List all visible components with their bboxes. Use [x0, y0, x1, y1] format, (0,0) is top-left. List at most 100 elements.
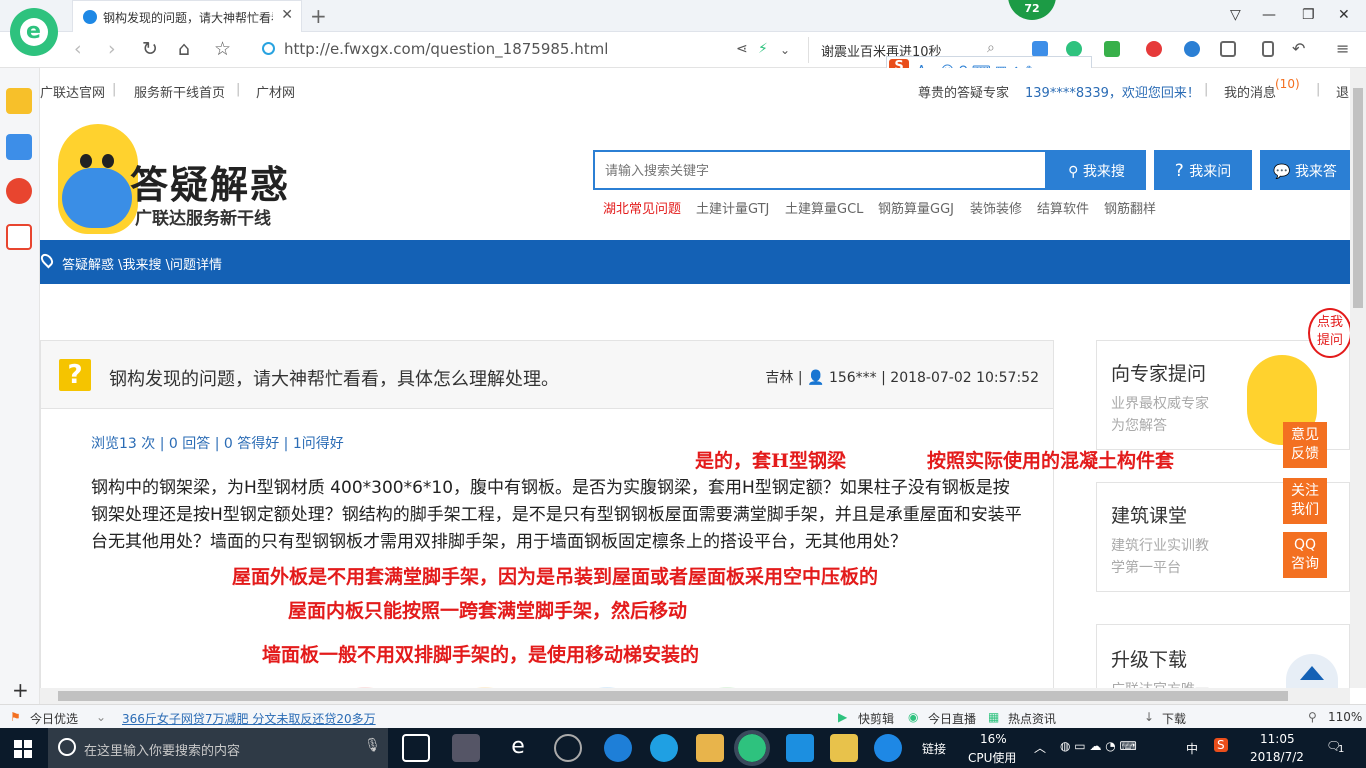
question-datetime: 2018-07-02 10:57:52 [890, 370, 1039, 386]
notification-count: 1 [1338, 744, 1345, 755]
user-welcome[interactable]: 139****8339，欢迎您回来！ [1025, 82, 1200, 101]
hot-link[interactable]: 装饰装修 [970, 198, 1022, 217]
microphone-icon[interactable]: 🎙 [364, 738, 381, 753]
menu-icon[interactable]: ≡ [1336, 39, 1349, 58]
news-ticker[interactable]: 366斤女子网贷7万减肥 分文未取反还贷20多万 [122, 710, 376, 727]
meta-divider: | [797, 370, 808, 386]
feedback-button[interactable]: 意见 反馈 [1283, 422, 1327, 468]
glodon-app-icon[interactable] [786, 734, 814, 762]
vertical-scrollbar[interactable] [1350, 68, 1366, 688]
fan-app-icon[interactable] [452, 734, 480, 762]
notes-app-icon[interactable] [830, 734, 858, 762]
qq-consult-button[interactable]: QQ 咨询 [1283, 532, 1327, 578]
status-item[interactable]: 今日直播 [928, 710, 976, 727]
share-icon[interactable]: ⋖ [736, 41, 748, 57]
restore-button[interactable]: ❐ [1302, 7, 1315, 23]
reading-list-icon[interactable] [6, 134, 32, 160]
favorite-star-icon[interactable]: ☆ [214, 38, 231, 60]
question-title: 钢构发现的问题，请大神帮忙看看，具体怎么理解处理。 [109, 369, 559, 390]
clock-date[interactable]: 2018/7/2 [1250, 750, 1304, 764]
horizontal-scroll-thumb[interactable] [58, 691, 1288, 701]
magnifier-icon[interactable] [1184, 41, 1200, 57]
logout-link[interactable]: 退出 [1336, 82, 1350, 101]
extension-icon[interactable] [1032, 41, 1048, 57]
status-item[interactable]: 快剪辑 [858, 710, 894, 727]
forward-icon[interactable]: › [108, 38, 116, 60]
sogou-tray-icon[interactable]: S [1214, 738, 1228, 752]
hot-link[interactable]: 土建算量GCL [785, 198, 863, 217]
hot-link[interactable]: 结算软件 [1037, 198, 1089, 217]
yen-icon[interactable] [1066, 41, 1082, 57]
status-item[interactable]: 热点资讯 [1008, 710, 1056, 727]
browser-sidebar: + [0, 68, 40, 704]
add-sidebar-icon[interactable]: + [12, 678, 29, 702]
hot-link[interactable]: 钢筋翻样 [1104, 198, 1156, 217]
windows-start-icon[interactable] [14, 740, 32, 758]
close-window-button[interactable]: ✕ [1338, 7, 1350, 23]
hot-link[interactable]: 钢筋算量GGJ [878, 198, 954, 217]
translate-icon[interactable] [1104, 41, 1120, 57]
site-search-input[interactable] [595, 152, 1045, 188]
internet-explorer-icon[interactable] [650, 734, 678, 762]
close-tab-icon[interactable]: ✕ [281, 7, 293, 23]
horizontal-scrollbar[interactable] [40, 688, 1350, 704]
reload-icon[interactable]: ↻ [142, 38, 158, 60]
breadcrumb[interactable]: 答疑解惑 \我来搜 \问题详情 [62, 254, 222, 273]
messages-link[interactable]: 我的消息 [1224, 82, 1276, 101]
weibo-icon[interactable] [6, 178, 32, 204]
nav-link-fwxgx[interactable]: 服务新干线首页 [134, 82, 225, 101]
browser-status-bar: ⚑ 今日优选 ⌄ 366斤女子网贷7万减肥 分文未取反还贷20多万 ▶ 快剪辑 … [0, 704, 1366, 728]
browser-tab[interactable]: 钢构发现的问题，请大神帮忙看看... ✕ [72, 0, 302, 32]
favorites-star-icon[interactable] [6, 88, 32, 114]
tray-chevron-icon[interactable]: ︿ [1034, 739, 1046, 756]
status-item[interactable]: 下载 [1162, 710, 1186, 727]
news-icon: ▦ [988, 710, 1000, 724]
tray-app-icons[interactable]: ◍ ▭ ☁ ◔ ⌨ [1060, 739, 1137, 753]
click-ask-bubble[interactable]: 点我 提问 [1308, 308, 1350, 358]
apps-grid-icon[interactable] [1220, 41, 1236, 57]
new-tab-button[interactable]: + [310, 4, 327, 28]
course-sub: 学第一平台 [1111, 560, 1181, 576]
hot-link[interactable]: 湖北常见问题 [603, 198, 681, 217]
app-circle-icon[interactable] [554, 734, 582, 762]
tablet-icon[interactable] [1262, 41, 1274, 57]
email-icon[interactable] [6, 224, 32, 250]
links-label[interactable]: 链接 [922, 740, 946, 757]
undo-icon[interactable]: ↶ [1292, 39, 1305, 58]
site-logo[interactable]: 答疑解惑 广联达服务新干线 [40, 114, 300, 234]
meta-divider: | [881, 370, 891, 386]
ime-indicator[interactable]: 中 [1186, 740, 1198, 757]
url-field[interactable]: http://e.fwxgx.com/question_1875985.html [284, 40, 608, 58]
shirt-icon[interactable]: ▽ [1230, 7, 1241, 23]
site-search-field[interactable] [593, 150, 1047, 190]
speed-badge[interactable]: 72 [1008, 0, 1056, 20]
hot-link[interactable]: 土建计量GTJ [696, 198, 769, 217]
follow-label: 我们 [1291, 502, 1319, 518]
search-button[interactable]: ⚲ 我来搜 [1047, 150, 1146, 190]
today-picks[interactable]: 今日优选 [30, 710, 78, 727]
minimize-button[interactable]: — [1262, 7, 1276, 23]
ie-style-icon[interactable]: e [504, 734, 532, 762]
g-app-icon[interactable] [874, 734, 902, 762]
ask-button[interactable]: ? 我来问 [1154, 150, 1252, 190]
zoom-level[interactable]: 110% [1328, 710, 1362, 724]
chevron-down-icon[interactable]: ⌄ [96, 710, 106, 724]
answer-button[interactable]: 💬 我来答 [1260, 150, 1350, 190]
nav-link-gcw[interactable]: 广材网 [256, 82, 295, 101]
vertical-scroll-thumb[interactable] [1353, 88, 1363, 308]
follow-us-button[interactable]: 关注 我们 [1283, 478, 1327, 524]
taskbar-search-box[interactable]: 在这里输入你要搜索的内容 🎙 [48, 728, 388, 768]
nav-link-glodon[interactable]: 广联达官网 [40, 82, 105, 101]
chevron-down-icon[interactable]: ⌄ [780, 43, 790, 57]
edge-icon[interactable] [604, 734, 632, 762]
task-view-icon[interactable] [402, 734, 430, 762]
browser-logo-icon[interactable]: e [10, 8, 58, 56]
lightning-icon[interactable]: ⚡ [758, 41, 768, 57]
clock-time[interactable]: 11:05 [1260, 732, 1295, 746]
home-icon[interactable]: ⌂ [178, 38, 190, 60]
scissors-icon[interactable] [1146, 41, 1162, 57]
search-icon[interactable]: ⌕ [987, 40, 995, 56]
file-explorer-icon[interactable] [696, 734, 724, 762]
back-icon[interactable]: ‹ [74, 38, 82, 60]
360-browser-icon[interactable] [734, 730, 770, 766]
